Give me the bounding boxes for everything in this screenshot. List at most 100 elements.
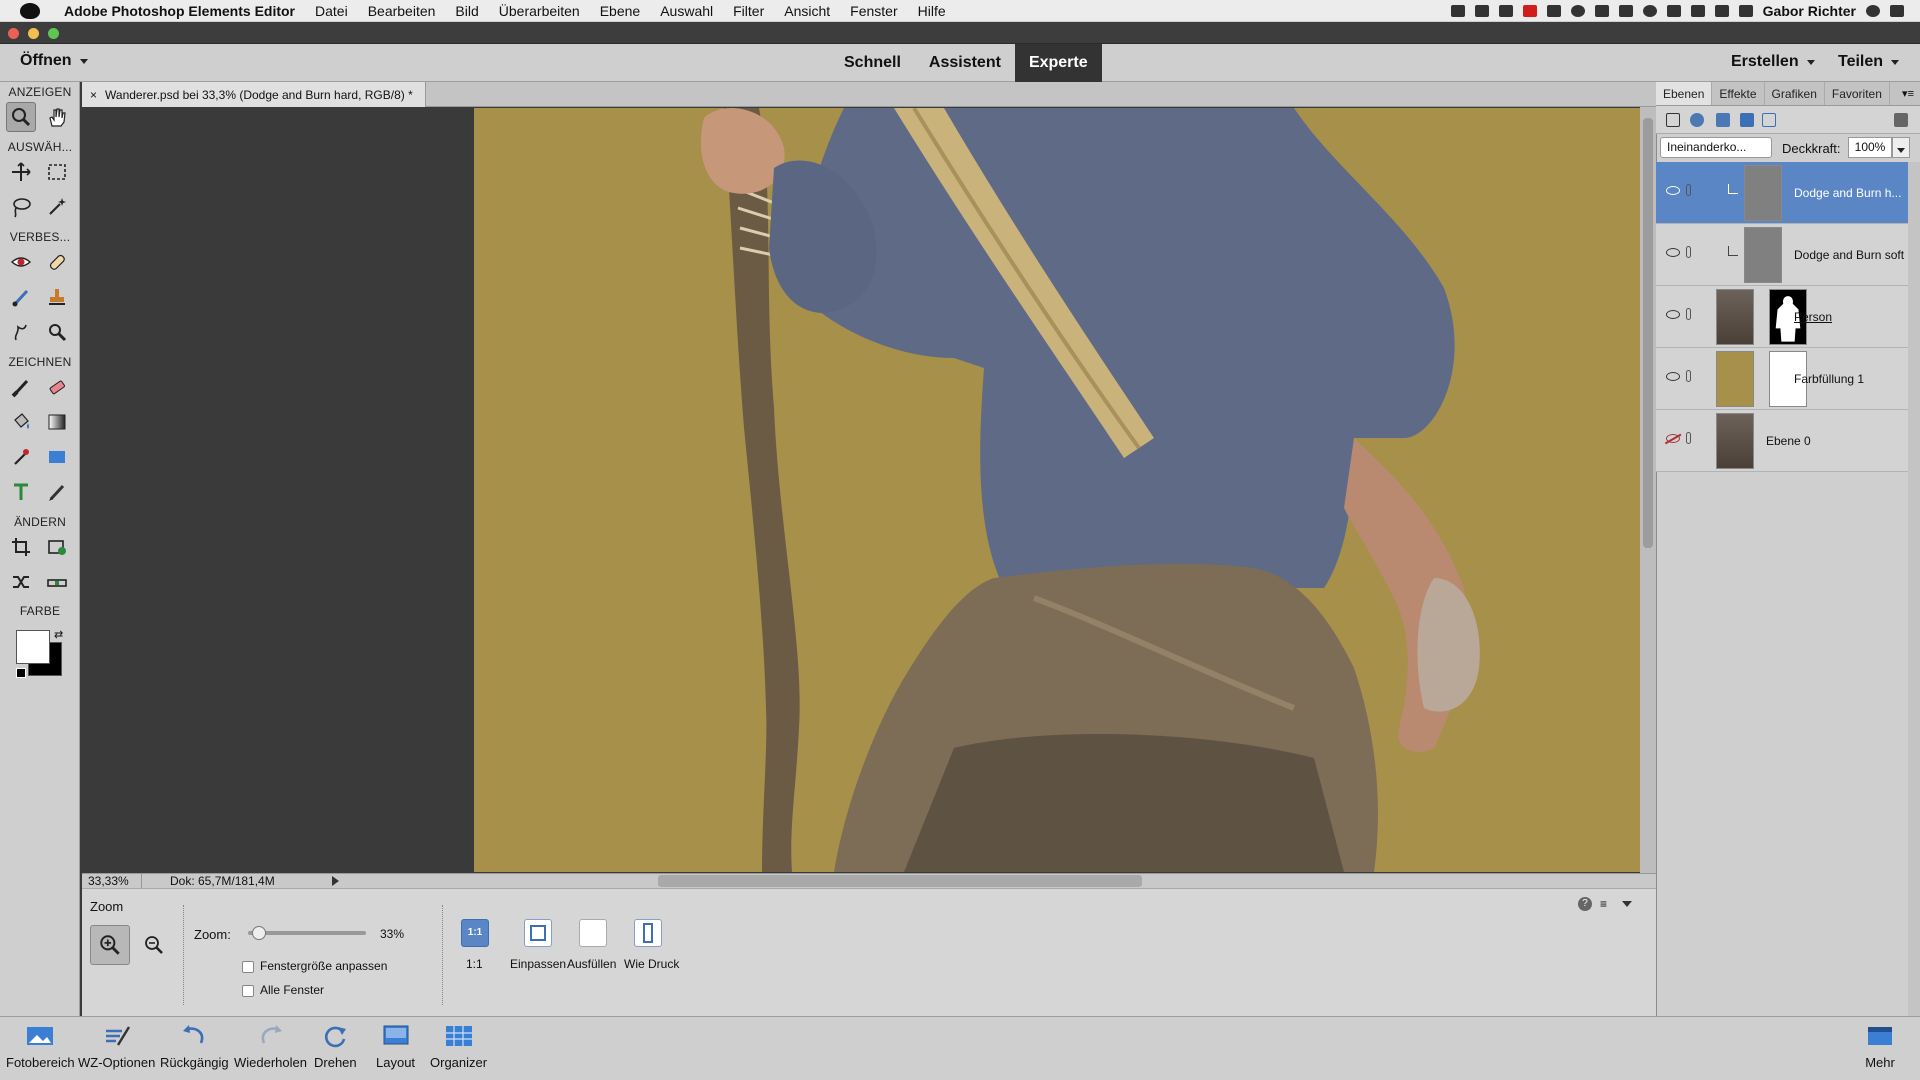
zoom-percentage[interactable]: 33,33%	[82, 874, 142, 888]
horizontal-scrollbar-thumb[interactable]	[658, 875, 1142, 887]
help-icon[interactable]: ?	[1578, 897, 1592, 911]
paint-bucket-tool[interactable]	[6, 407, 36, 437]
view-1to1-button[interactable]: 1:1	[461, 919, 489, 947]
status-app-icon[interactable]	[1594, 4, 1609, 17]
layout-button[interactable]: Layout	[376, 1021, 415, 1070]
crop-tool[interactable]	[6, 532, 36, 562]
swap-colors-icon[interactable]: ⇄	[54, 628, 63, 641]
spotlight-search-icon[interactable]	[1866, 4, 1880, 17]
menu-ebene[interactable]: Ebene	[590, 3, 650, 19]
layer-name[interactable]: Person	[1794, 310, 1832, 324]
opacity-input[interactable]: 100%	[1848, 137, 1892, 158]
menu-auswahl[interactable]: Auswahl	[650, 3, 723, 19]
window-close-button[interactable]	[8, 28, 19, 39]
straighten-tool[interactable]	[42, 567, 72, 597]
layer-name[interactable]: Dodge and Burn soft	[1794, 248, 1904, 262]
visibility-eye-hidden-icon[interactable]	[1666, 434, 1680, 443]
layer-name[interactable]: Farbfüllung 1	[1794, 372, 1864, 386]
marquee-tool[interactable]	[42, 157, 72, 187]
status-app-icon[interactable]	[1522, 4, 1537, 17]
menu-ueberarbeiten[interactable]: Überarbeiten	[489, 3, 590, 19]
foreground-color-swatch[interactable]	[16, 630, 50, 664]
volume-icon[interactable]	[1738, 4, 1753, 17]
fill-screen-button[interactable]	[579, 919, 607, 947]
bluetooth-icon[interactable]	[1666, 4, 1681, 17]
magic-wand-tool[interactable]	[42, 192, 72, 222]
eraser-tool[interactable]	[42, 372, 72, 402]
status-app-icon[interactable]	[1498, 4, 1513, 17]
visibility-eye-icon[interactable]	[1666, 248, 1680, 257]
visibility-eye-icon[interactable]	[1666, 372, 1680, 381]
status-app-icon[interactable]	[1570, 4, 1585, 17]
content-aware-move-tool[interactable]	[6, 567, 36, 597]
menubar-user-name[interactable]: Gabor Richter	[1763, 3, 1856, 19]
recompose-tool[interactable]	[42, 532, 72, 562]
organizer-button[interactable]: Organizer	[430, 1021, 487, 1070]
menu-bild[interactable]: Bild	[445, 3, 488, 19]
document-image[interactable]	[474, 108, 1640, 872]
document-tab[interactable]: × Wanderer.psd bei 33,3% (Dodge and Burn…	[82, 82, 426, 107]
tab-graphics[interactable]: Grafiken	[1765, 82, 1825, 105]
apple-icon[interactable]	[20, 2, 40, 19]
tab-experte[interactable]: Experte	[1014, 44, 1102, 82]
status-app-icon[interactable]	[1618, 4, 1633, 17]
smart-brush-tool[interactable]	[6, 282, 36, 312]
photo-bin-button[interactable]: Fotobereich	[6, 1021, 75, 1070]
print-size-button[interactable]	[634, 919, 662, 947]
more-button[interactable]: Mehr	[1864, 1021, 1896, 1070]
blur-tool[interactable]	[6, 317, 36, 347]
open-button[interactable]: Öffnen	[20, 52, 88, 70]
menu-hilfe[interactable]: Hilfe	[908, 3, 956, 19]
window-minimize-button[interactable]	[28, 28, 39, 39]
move-tool[interactable]	[6, 157, 36, 187]
share-button[interactable]: Teilen	[1838, 53, 1900, 71]
menu-ansicht[interactable]: Ansicht	[774, 3, 840, 19]
tab-favorites[interactable]: Favoriten	[1825, 82, 1890, 105]
layer-name[interactable]: Ebene 0	[1766, 434, 1811, 448]
redo-button[interactable]: Wiederholen	[234, 1021, 307, 1070]
zoom-tool[interactable]	[6, 102, 36, 132]
brush-tool[interactable]	[6, 372, 36, 402]
adjustment-layer-icon[interactable]	[1690, 113, 1704, 127]
tab-layers[interactable]: Ebenen	[1656, 82, 1713, 105]
gradient-tool[interactable]	[42, 407, 72, 437]
collapse-chevron-icon[interactable]	[1622, 901, 1632, 907]
layer-row-dodge-burn-hard[interactable]: Dodge and Burn h...	[1656, 162, 1908, 224]
link-icon[interactable]	[1686, 246, 1691, 258]
red-eye-tool[interactable]	[6, 247, 36, 277]
lasso-tool[interactable]	[6, 192, 36, 222]
layer-mask-icon[interactable]	[1716, 113, 1730, 127]
menu-datei[interactable]: Datei	[305, 3, 358, 19]
opacity-dropdown-button[interactable]	[1892, 137, 1910, 158]
tab-schnell[interactable]: Schnell	[830, 44, 915, 82]
menu-fenster[interactable]: Fenster	[840, 3, 907, 19]
eject-icon[interactable]	[1714, 4, 1729, 17]
close-icon[interactable]: ×	[90, 88, 97, 102]
link-icon[interactable]	[1686, 184, 1691, 196]
visibility-eye-icon[interactable]	[1666, 186, 1680, 195]
panel-scrollbar[interactable]	[1908, 162, 1920, 1016]
tab-assistent[interactable]: Assistent	[915, 44, 1015, 82]
tab-effects[interactable]: Effekte	[1712, 82, 1765, 105]
window-zoom-button[interactable]	[48, 28, 59, 39]
healing-brush-tool[interactable]	[42, 247, 72, 277]
fit-window-checkbox[interactable]	[242, 961, 254, 973]
pencil-tool[interactable]	[42, 477, 72, 507]
lock-pixels-icon[interactable]	[1762, 113, 1776, 127]
menu-bearbeiten[interactable]: Bearbeiten	[358, 3, 446, 19]
layer-row-dodge-burn-soft[interactable]: Dodge and Burn soft	[1656, 224, 1908, 286]
lock-icon[interactable]	[1740, 113, 1754, 127]
clone-stamp-tool[interactable]	[42, 282, 72, 312]
fit-screen-button[interactable]	[524, 919, 552, 947]
menu-app-name[interactable]: Adobe Photoshop Elements Editor	[54, 3, 305, 19]
status-app-icon[interactable]	[1450, 4, 1465, 17]
notification-center-icon[interactable]	[1890, 4, 1904, 17]
layer-row-color-fill[interactable]: Farbfüllung 1	[1656, 348, 1908, 410]
create-button[interactable]: Erstellen	[1731, 53, 1815, 71]
options-menu-icon[interactable]: ≡	[1600, 897, 1607, 911]
layer-name[interactable]: Dodge and Burn h...	[1794, 186, 1901, 200]
zoom-in-button[interactable]	[90, 925, 130, 965]
default-colors-icon[interactable]	[16, 668, 26, 678]
eyedropper-tool[interactable]	[6, 442, 36, 472]
text-tool[interactable]	[6, 477, 36, 507]
